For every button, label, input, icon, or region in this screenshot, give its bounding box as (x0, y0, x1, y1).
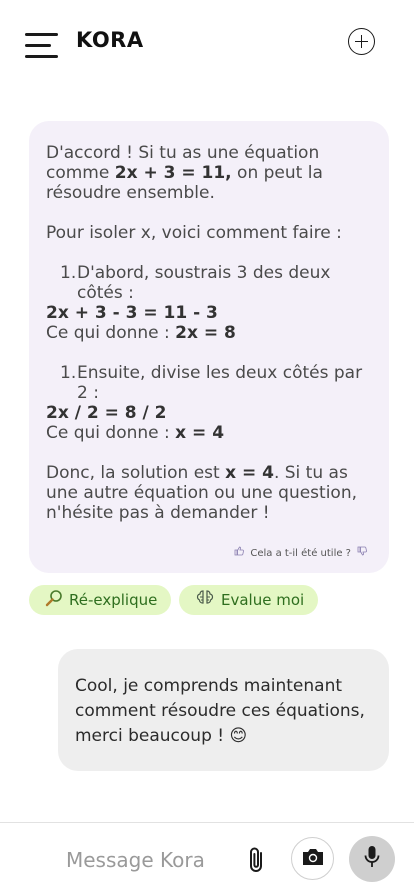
step-2-equation: 2x / 2 = 8 / 2 (46, 403, 167, 423)
user-message: Cool, je comprends maintenant comment ré… (58, 649, 389, 771)
step-2-result: Ce qui donne : x = 4 (46, 423, 225, 443)
intro-text: D'accord ! Si tu as une équation comme 2… (46, 143, 323, 203)
hamburger-menu-icon[interactable] (25, 31, 58, 61)
microphone-button[interactable] (349, 836, 395, 882)
step-1-equation: 2x + 3 - 3 = 11 - 3 (46, 303, 218, 323)
feedback-prompt: Cela a t-il été utile ? (234, 544, 367, 564)
reexplain-label: Ré-explique (69, 591, 158, 609)
evaluate-label: Evalue moi (221, 591, 305, 609)
thumbs-up-icon[interactable] (234, 544, 245, 564)
magnifier-icon (45, 589, 63, 611)
message-input-bar (0, 822, 414, 896)
method-text: Pour isoler x, voici comment faire : (46, 223, 342, 243)
step-2: 1. Ensuite, divise les deux côtés par 2 … (60, 363, 363, 403)
feedback-label: Cela a t-il été utile ? (250, 548, 351, 559)
assistant-message: D'accord ! Si tu as une équation comme 2… (29, 121, 389, 573)
message-input[interactable] (66, 845, 236, 875)
camera-icon (301, 848, 325, 870)
evaluate-button[interactable]: Evalue moi (179, 585, 319, 615)
step-1-result: Ce qui donne : 2x = 8 (46, 323, 236, 343)
reexplain-button[interactable]: Ré-explique (29, 585, 172, 615)
app-title: KORA (76, 28, 144, 52)
step-1: 1. D'abord, soustrais 3 des deux côtés : (60, 263, 331, 303)
plus-circle-icon[interactable] (348, 28, 375, 55)
paperclip-icon[interactable] (246, 845, 268, 875)
camera-button[interactable] (291, 837, 334, 880)
microphone-icon (363, 845, 381, 873)
app-header: KORA (0, 0, 414, 84)
user-message-text: Cool, je comprends maintenant comment ré… (75, 676, 365, 746)
thumbs-down-icon[interactable] (357, 544, 367, 564)
brain-icon (195, 589, 215, 611)
conclusion-text: Donc, la solution est x = 4. Si tu as un… (46, 463, 357, 523)
